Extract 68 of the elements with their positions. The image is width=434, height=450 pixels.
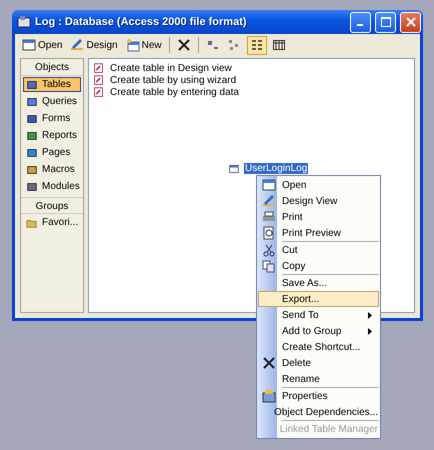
close-button[interactable]	[400, 12, 421, 32]
list-item[interactable]: Create table by using wizard	[110, 74, 236, 86]
close-icon	[406, 17, 416, 27]
groups-header[interactable]: Groups	[21, 197, 83, 214]
menu-item[interactable]: Rename	[258, 371, 379, 387]
sidebar-item[interactable]: Tables	[23, 77, 81, 92]
minimize-button[interactable]	[350, 12, 371, 32]
sidebar-item[interactable]: Modules	[23, 179, 81, 194]
menu-item[interactable]: Cut	[258, 242, 379, 258]
pages-icon	[26, 146, 38, 158]
sidebar-item[interactable]: Reports	[23, 128, 81, 143]
ruler-pencil-icon	[262, 194, 276, 208]
toolbar-button[interactable]: Design	[67, 36, 121, 54]
menu-item[interactable]: Create Shortcut...	[258, 339, 379, 355]
list-item[interactable]: Create table by entering data	[110, 86, 239, 98]
details-view-icon	[272, 38, 286, 52]
toolbar-button[interactable]: New	[122, 36, 165, 54]
menu-item[interactable]: Print	[258, 209, 379, 225]
database-icon	[17, 15, 31, 29]
copy-icon	[262, 259, 276, 273]
menu-item[interactable]: Open	[258, 177, 379, 193]
modules-icon	[26, 180, 38, 192]
sidebar-item[interactable]: Forms	[23, 111, 81, 126]
toolbar-button[interactable]: Open	[19, 36, 66, 54]
printer-icon	[262, 210, 276, 224]
menu-item[interactable]: Add to Group	[258, 323, 379, 339]
forms-icon	[26, 112, 38, 124]
menu-item[interactable]: Send To	[258, 307, 379, 323]
ruler-pencil-icon	[70, 38, 84, 52]
delete-icon	[176, 38, 191, 52]
menu-item[interactable]: Object Dependencies...	[258, 404, 379, 420]
maximize-icon	[380, 17, 390, 27]
list-view-icon	[250, 38, 264, 52]
menu-item[interactable]: Design View	[258, 193, 379, 209]
new-table-icon	[126, 38, 140, 52]
submenu-arrow-icon	[368, 328, 372, 334]
list-button[interactable]	[246, 36, 267, 54]
properties-icon	[262, 389, 276, 403]
delete-icon	[262, 356, 276, 370]
list-item[interactable]: Create table in Design view	[110, 62, 232, 74]
table-icon	[22, 38, 36, 52]
menu-item[interactable]: Export...	[258, 291, 379, 307]
sidebar-item[interactable]: Queries	[23, 94, 81, 109]
menu-item[interactable]: Copy	[258, 258, 379, 274]
queries-icon	[26, 96, 38, 108]
menu-item[interactable]: Properties	[258, 388, 379, 404]
window-title: Log : Database (Access 2000 file format)	[35, 16, 248, 28]
maximize-button[interactable]	[375, 12, 396, 32]
wizard-icon	[93, 86, 104, 98]
wizard-icon	[93, 62, 104, 74]
reports-icon	[26, 130, 38, 142]
large-icons-icon	[206, 38, 220, 52]
macros-icon	[26, 164, 38, 176]
submenu-arrow-icon	[368, 312, 372, 318]
sidebar-item[interactable]: Macros	[23, 162, 81, 177]
menu-item[interactable]: Delete	[258, 355, 379, 371]
sidebar-item[interactable]: Pages	[23, 145, 81, 160]
table-icon	[262, 178, 276, 192]
scissors-icon	[262, 243, 276, 257]
menu-item[interactable]: Save As...	[258, 275, 379, 291]
print-preview-icon	[262, 226, 276, 240]
tables-icon	[26, 78, 38, 90]
sidebar-item[interactable]: Favori...	[23, 215, 81, 230]
menu-item[interactable]: Print Preview	[258, 225, 379, 241]
table-icon	[229, 164, 239, 174]
objects-header[interactable]: Objects	[21, 59, 83, 76]
wizard-icon	[93, 74, 104, 86]
table-item[interactable]: UserLoginLog	[244, 163, 308, 174]
